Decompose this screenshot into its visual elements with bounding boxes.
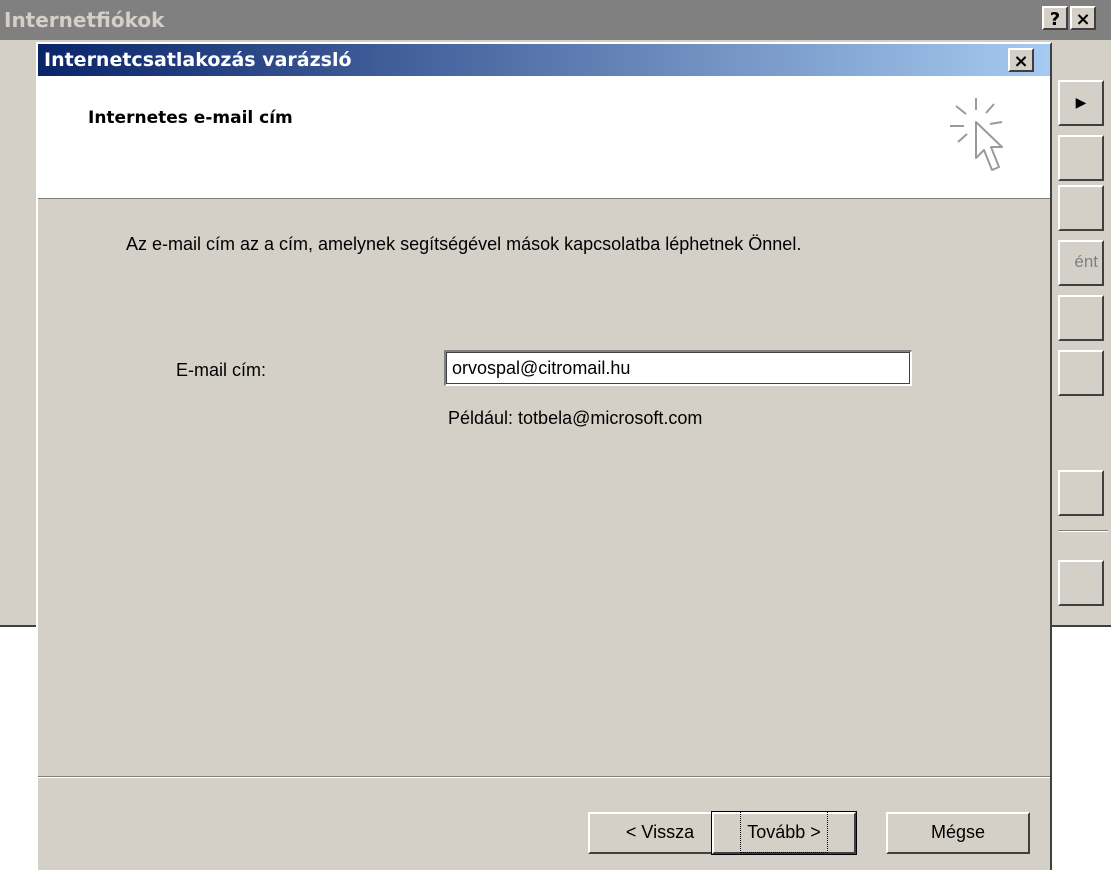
- wizard-body: Az e-mail cím az a cím, amelynek segítsé…: [38, 200, 1050, 760]
- next-button[interactable]: Tovább >: [711, 811, 857, 855]
- example-hint: Például: totbela@microsoft.com: [448, 408, 703, 428]
- background-button-3[interactable]: ént: [1058, 240, 1104, 286]
- back-button-label: < Vissza: [625, 822, 695, 842]
- wizard-title: Internetcsatlakozás varázsló: [44, 49, 352, 71]
- footer-divider: [38, 776, 1050, 778]
- page-heading: Internetes e-mail cím: [88, 108, 293, 128]
- back-button[interactable]: < Vissza: [588, 812, 732, 854]
- scroll-arrow-button[interactable]: ▶: [1058, 80, 1104, 126]
- right-arrow-icon: ▶: [1075, 94, 1087, 110]
- background-button-5[interactable]: [1058, 350, 1104, 396]
- wizard-close-button[interactable]: ×: [1008, 48, 1034, 72]
- cancel-button-label: Mégse: [930, 822, 986, 842]
- background-titlebar: Internetfiókok ? ×: [0, 0, 1111, 40]
- wizard-dialog: Internetcsatlakozás varázsló × Internete…: [36, 42, 1052, 870]
- background-button-6[interactable]: [1058, 470, 1104, 516]
- background-button-1[interactable]: [1058, 135, 1104, 181]
- wizard-header: Internetes e-mail cím: [38, 76, 1050, 199]
- cancel-button[interactable]: Mégse: [886, 812, 1030, 854]
- background-button-3-label: ént: [1074, 252, 1098, 271]
- help-button[interactable]: ?: [1042, 6, 1068, 30]
- description-text: Az e-mail cím az a cím, amelynek segítsé…: [126, 234, 802, 254]
- background-window-title: Internetfiókok: [4, 8, 165, 32]
- email-label: E-mail cím:: [176, 360, 266, 380]
- email-field[interactable]: [444, 350, 912, 386]
- background-button-7[interactable]: [1058, 560, 1104, 606]
- background-close-button[interactable]: ×: [1070, 6, 1096, 30]
- background-button-4[interactable]: [1058, 295, 1104, 341]
- background-divider: [1058, 530, 1108, 532]
- wizard-cursor-sparkle-icon: [950, 98, 1003, 171]
- background-button-2[interactable]: [1058, 185, 1104, 231]
- wizard-titlebar: Internetcsatlakozás varázsló ×: [38, 44, 1050, 76]
- next-button-label: Tovább >: [740, 811, 828, 853]
